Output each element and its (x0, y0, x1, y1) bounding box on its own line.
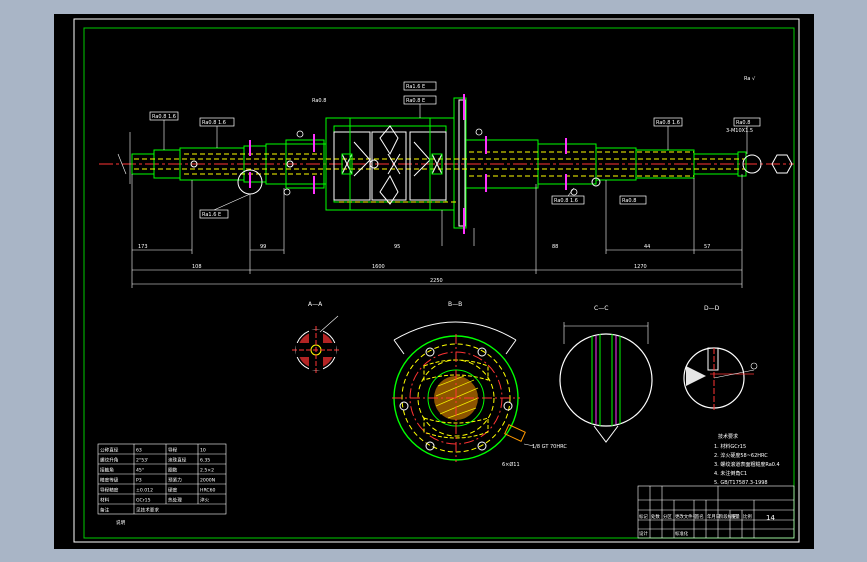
view2-title: D—D (704, 305, 720, 312)
param-cell: 热处理 (168, 497, 182, 504)
title-block (637, 485, 795, 539)
param-cell: 2000N (200, 478, 215, 484)
param-cell: 2.5×2 (200, 468, 214, 474)
tech-heading: 技术要求 (718, 433, 738, 440)
dim-overall: 2250 (430, 278, 443, 284)
callout-nut-1: Ra1.6 E (406, 84, 425, 90)
param-cell: 63 (136, 448, 142, 454)
callout-nut-2: Ra0.8 E (406, 98, 425, 104)
param-cell: 精度等级 (100, 477, 119, 484)
param-cell: 圈数 (168, 467, 178, 474)
title-block-label: 分区 (663, 513, 672, 520)
title-block-label: 标记 (639, 513, 648, 520)
param-cell: 螺纹升角 (100, 457, 119, 464)
param-cell: ±0.012 (136, 488, 153, 494)
param-cell: P3 (136, 478, 142, 484)
roughness-mark: Ra √ (744, 76, 756, 82)
callout-right-2: Ra0.8 (736, 120, 750, 126)
section-aa: A—A (292, 301, 340, 374)
title-block-label: 比例 (743, 513, 752, 520)
param-cell: 材料 (100, 497, 110, 504)
param-cell: 硬度 (168, 487, 178, 494)
dim-d2: 99 (260, 244, 266, 250)
dim-d4: 44 (644, 244, 650, 250)
nut-label: Ra0.8 (312, 98, 326, 104)
tech-requirements: 技术要求 1. 材料GCr15 2. 淬火硬度58~62HRC 3. 螺纹滚道表… (714, 433, 780, 486)
view1-title: C—C (594, 305, 608, 312)
title-block-label: 签名 (695, 513, 704, 520)
param-cell: 公称直径 (100, 447, 119, 454)
section-dd: D—D (683, 305, 758, 410)
param-cell: 淬火 (200, 497, 210, 504)
section-bb-title: B—B (448, 301, 462, 308)
param-cell: 45° (136, 468, 144, 474)
dim-d5: 95 (394, 244, 400, 250)
param-cell: 备注 (100, 507, 110, 514)
section-cc: C—C (559, 305, 653, 443)
param-cell: HRC60 (200, 488, 216, 494)
section-bb-note: 1/8 GT 70HRC (532, 444, 567, 450)
dim-seg-left: 108 (192, 264, 202, 270)
title-block-label: 处数 (651, 513, 660, 520)
param-cell: 滚珠直径 (168, 457, 187, 464)
callout-lower-mid: Ra0.8 1.6 (554, 198, 578, 204)
title-block-text: 标记 处数 分区 更改文件号 签名 年月日 设计 标准化 阶段标记 重量 比例 … (639, 513, 775, 537)
callout-left-2: Ra0.8 1.6 (202, 120, 226, 126)
param-cell: 2°53' (136, 458, 148, 464)
param-cell: 接触角 (100, 467, 114, 474)
param-cell: 预紧力 (168, 477, 182, 484)
param-cell: GCr15 (136, 498, 151, 504)
sheet-number: 14 (766, 514, 775, 522)
tech-item-1: 1. 材料GCr15 (714, 443, 746, 450)
dim-d1: 173 (138, 244, 148, 250)
param-cell: 导程精度 (100, 487, 119, 494)
param-table-footer: 说明 (116, 519, 126, 526)
dim-seg-right: 1270 (634, 264, 647, 270)
callout-left-1: Ra0.8 1.6 (152, 114, 176, 120)
section-bb-hole-note: 6×Ø11 (502, 461, 520, 468)
callout-lower-left: Ra1.6 E (202, 212, 221, 218)
callout-right-1: Ra0.8 1.6 (656, 120, 680, 126)
title-block-label: 设计 (639, 530, 648, 537)
engineering-drawing: Ra0.8 1.6 Ra0.8 1.6 Ra1.6 E Ra0.8 E Ra0.… (73, 18, 800, 543)
dim-seg-mid: 1600 (372, 264, 385, 270)
tech-item-5: 5. GB/T17587.3-1998 (714, 480, 768, 486)
param-cell: 见技术要求 (136, 507, 159, 514)
dim-d3: 57 (704, 244, 710, 250)
dimension-lines (131, 174, 743, 288)
param-cell: 6.35 (200, 458, 210, 464)
section-aa-title: A—A (308, 301, 323, 308)
shaft-callouts: Ra0.8 1.6 Ra0.8 1.6 Ra1.6 E Ra0.8 E Ra0.… (149, 76, 761, 219)
callout-right-3: 3-M10X1.5 (726, 128, 753, 134)
dim-d6: 88 (552, 244, 558, 250)
tech-item-3: 3. 螺纹滚道表面粗糙度Ra0.4 (714, 461, 780, 468)
cad-viewport[interactable]: Ra0.8 1.6 Ra0.8 1.6 Ra1.6 E Ra0.8 E Ra0.… (54, 14, 814, 549)
param-cell: 10 (200, 448, 206, 454)
title-block-label: 重量 (731, 513, 740, 520)
callout-lower-right: Ra0.8 (622, 198, 636, 204)
title-block-label: 标准化 (675, 530, 689, 537)
tech-item-4: 4. 未注倒角C1 (714, 470, 747, 477)
section-bb: B—B 1/8 GT 70HRC 6×Ø11 (392, 301, 567, 468)
tech-item-2: 2. 淬火硬度58~62HRC (714, 452, 768, 459)
param-cell: 导程 (168, 447, 178, 454)
